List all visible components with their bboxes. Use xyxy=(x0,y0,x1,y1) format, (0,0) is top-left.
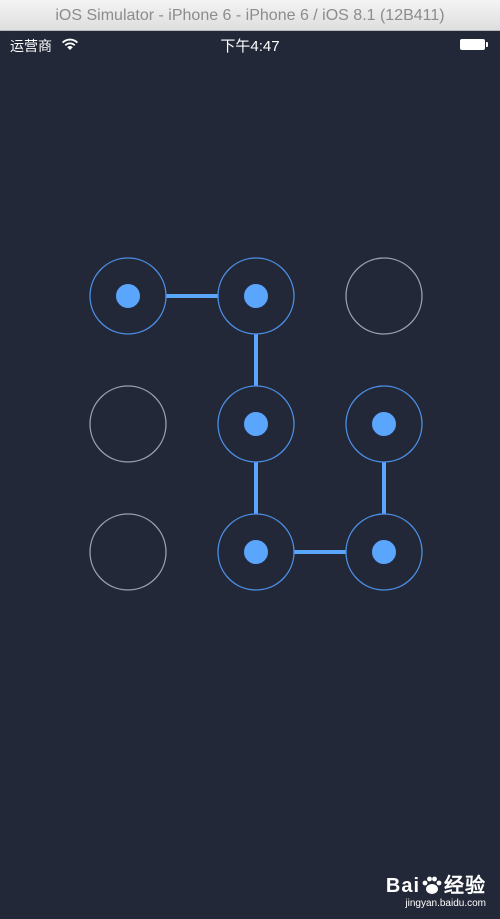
pattern-node-dot xyxy=(244,540,268,564)
simulator-title-bar: iOS Simulator - iPhone 6 - iPhone 6 / iO… xyxy=(0,0,500,31)
pattern-node-ring xyxy=(89,385,167,463)
pattern-node-9[interactable] xyxy=(345,513,423,591)
pattern-node-dot xyxy=(116,284,140,308)
pattern-node-dot xyxy=(244,412,268,436)
window-title: iOS Simulator - iPhone 6 - iPhone 6 / iO… xyxy=(55,7,445,24)
device-screen: 运营商 下午4:47 Bai 经验 jingyan.baidu.com xyxy=(0,31,500,919)
pattern-lock[interactable] xyxy=(0,31,500,919)
pattern-node-3[interactable] xyxy=(345,257,423,335)
watermark: Bai 经验 jingyan.baidu.com xyxy=(386,869,486,909)
pattern-node-4[interactable] xyxy=(89,385,167,463)
pattern-node-6[interactable] xyxy=(345,385,423,463)
pattern-node-dot xyxy=(372,540,396,564)
pattern-node-2[interactable] xyxy=(217,257,295,335)
pattern-node-1[interactable] xyxy=(89,257,167,335)
pattern-node-ring xyxy=(89,513,167,591)
pattern-node-dot xyxy=(372,412,396,436)
pattern-node-5[interactable] xyxy=(217,385,295,463)
watermark-url: jingyan.baidu.com xyxy=(405,898,486,909)
watermark-brand-prefix: Bai xyxy=(385,875,420,897)
pattern-node-ring xyxy=(345,257,423,335)
watermark-brand-suffix: 经验 xyxy=(444,875,486,897)
pattern-node-dot xyxy=(244,284,268,308)
pattern-node-7[interactable] xyxy=(89,513,167,591)
pattern-node-8[interactable] xyxy=(217,513,295,591)
paw-icon xyxy=(422,876,442,894)
watermark-logo: Bai 经验 xyxy=(386,869,486,898)
